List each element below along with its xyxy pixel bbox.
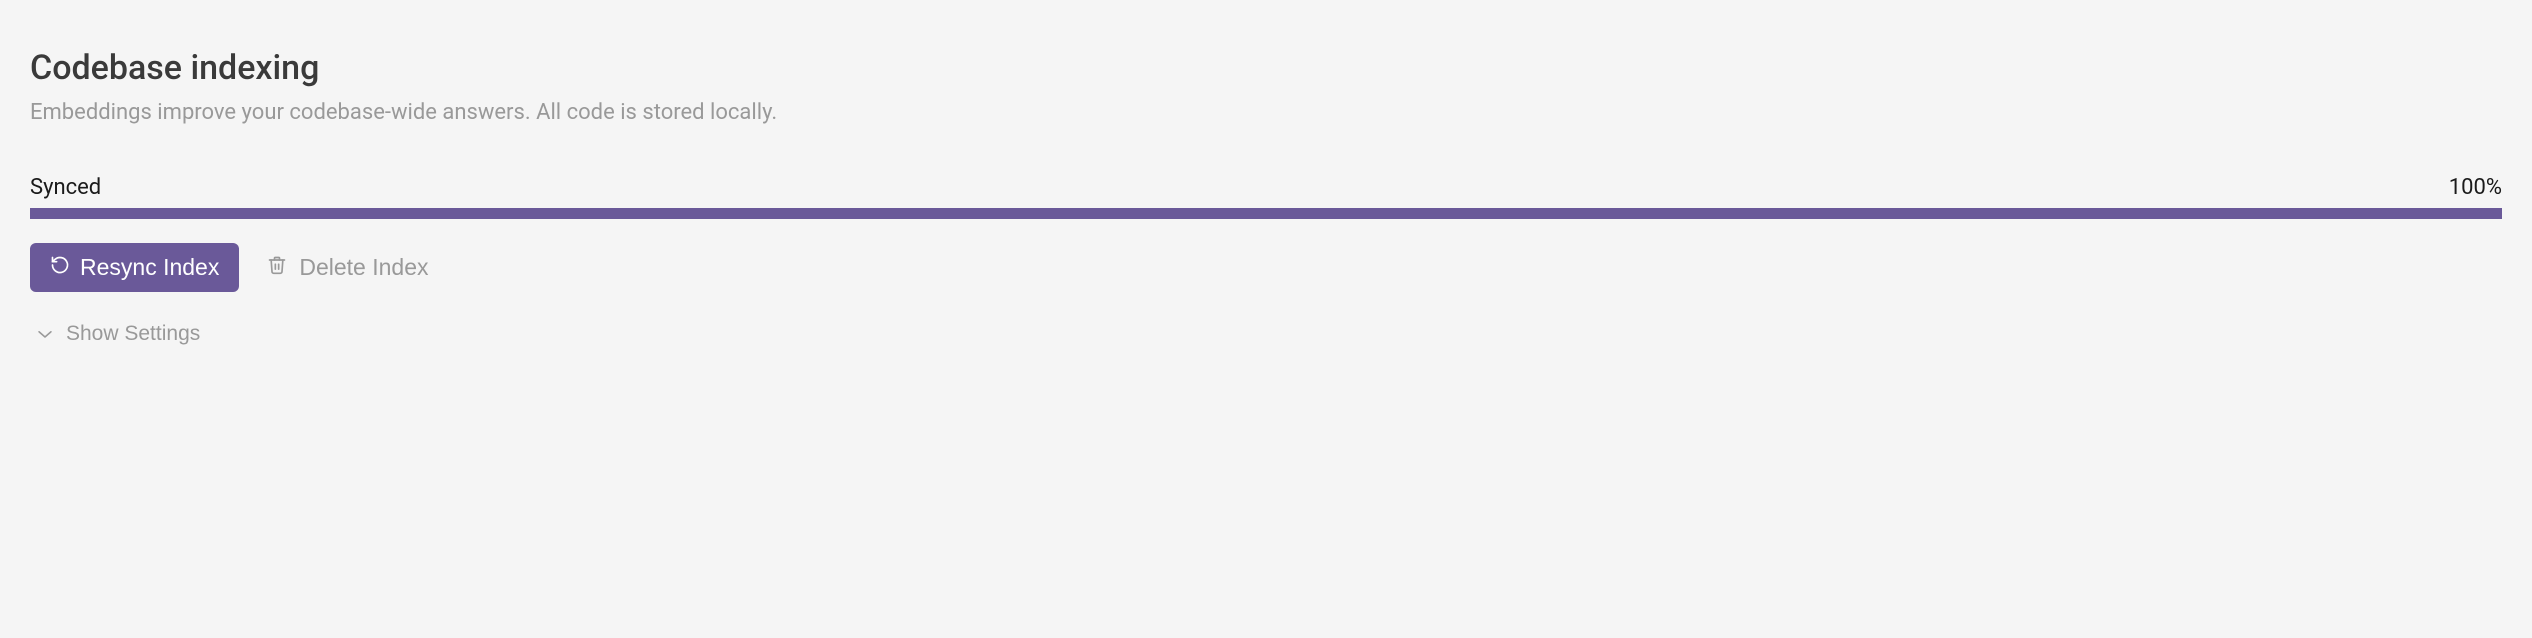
status-label: Synced — [30, 175, 101, 200]
resync-index-label: Resync Index — [80, 254, 219, 281]
chevron-down-icon — [36, 322, 54, 346]
status-row: Synced 100% — [30, 175, 2502, 200]
show-settings-label: Show Settings — [66, 322, 200, 346]
button-row: Resync Index Delete Index — [30, 243, 2502, 292]
delete-index-button[interactable]: Delete Index — [267, 254, 428, 282]
resync-index-button[interactable]: Resync Index — [30, 243, 239, 292]
progress-bar — [30, 208, 2502, 219]
show-settings-button[interactable]: Show Settings — [30, 322, 200, 346]
refresh-icon — [50, 254, 70, 281]
delete-index-label: Delete Index — [299, 254, 428, 281]
trash-icon — [267, 254, 287, 282]
progress-fill — [30, 208, 2502, 219]
page-subtitle: Embeddings improve your codebase-wide an… — [30, 100, 2502, 125]
page-title: Codebase indexing — [30, 48, 2502, 88]
status-percent: 100% — [2449, 175, 2502, 200]
